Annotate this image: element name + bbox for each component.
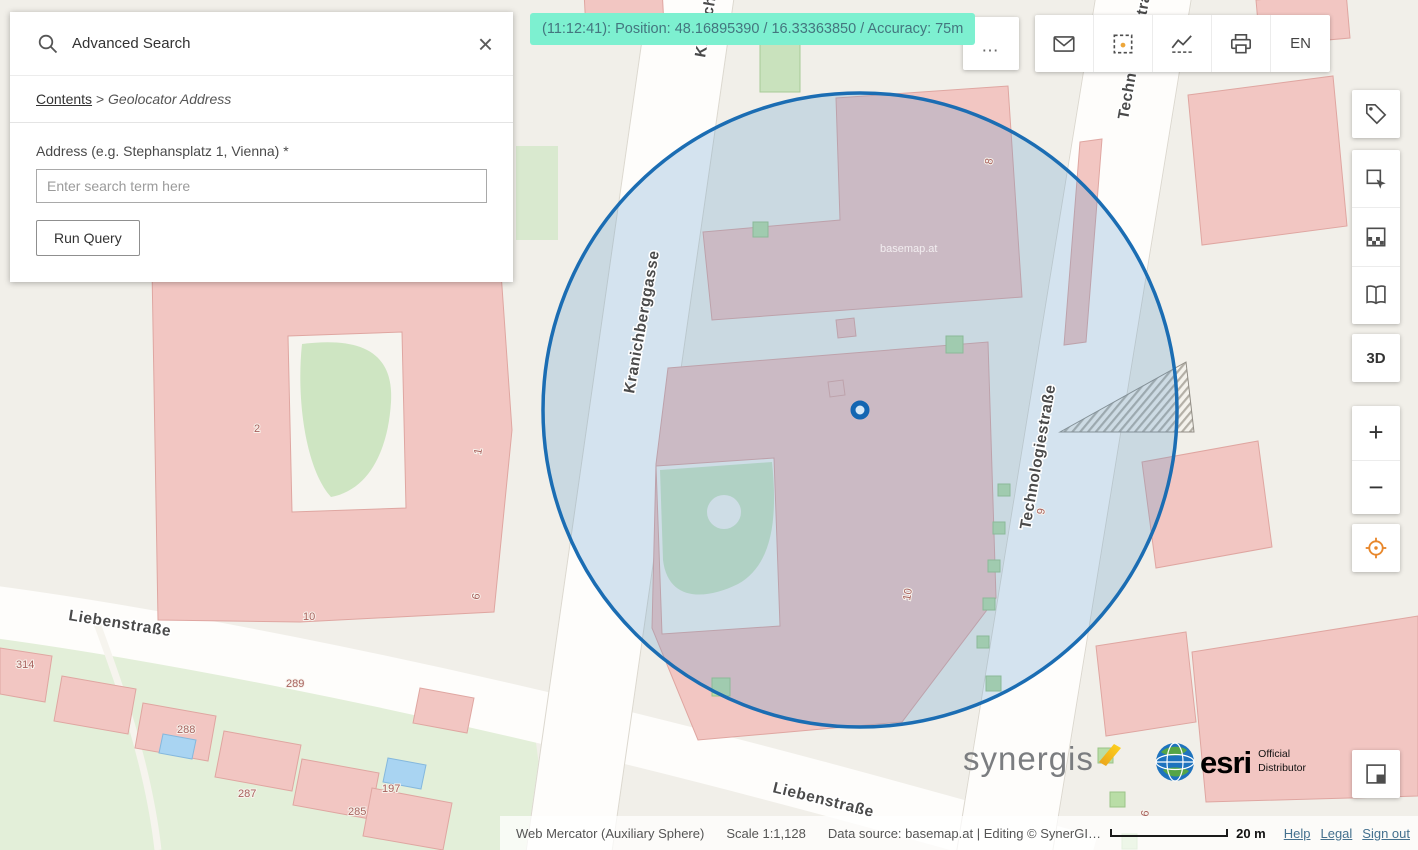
house-number: 10 — [303, 611, 315, 623]
panel-body: Address (e.g. Stephansplatz 1, Vienna) *… — [10, 123, 513, 282]
house-number: 287 — [238, 788, 256, 800]
overview-map-group — [1352, 750, 1400, 798]
esri-logo: esri Official Distributor — [1155, 742, 1306, 782]
datasource-label: Data source: basemap.at | Editing © Syne… — [828, 826, 1102, 841]
run-query-button[interactable]: Run Query — [36, 220, 140, 256]
scale-label: Scale 1:1,128 — [726, 826, 806, 841]
basemap-icon — [1363, 224, 1389, 250]
search-icon — [36, 32, 60, 56]
geolocate-group — [1352, 524, 1400, 572]
top-toolbar: EN — [1035, 15, 1330, 72]
overview-map-button[interactable] — [1352, 750, 1400, 798]
panel-header: Advanced Search × — [10, 12, 513, 76]
overview-map-icon — [1363, 761, 1389, 787]
select-features-button[interactable] — [1352, 150, 1400, 208]
address-label: Address (e.g. Stephansplatz 1, Vienna) * — [36, 143, 487, 159]
breadcrumb: Contents > Geolocator Address — [10, 76, 513, 123]
redlining-button[interactable] — [1352, 90, 1400, 138]
right-toolbar-3d-group: 3D — [1352, 334, 1400, 382]
signout-link[interactable]: Sign out — [1362, 826, 1410, 841]
select-extent-icon — [1110, 31, 1136, 57]
house-number: 2 — [254, 423, 260, 435]
panel-title: Advanced Search — [72, 35, 478, 52]
esri-tagline: Official Distributor — [1258, 748, 1306, 775]
measure-button[interactable] — [1153, 15, 1212, 72]
breadcrumb-separator: > — [96, 91, 104, 107]
mail-icon — [1051, 31, 1077, 57]
zoom-out-button[interactable]: − — [1352, 460, 1400, 515]
synergis-logo: synergis — [963, 742, 1123, 775]
projection-label: Web Mercator (Auxiliary Sphere) — [516, 826, 704, 841]
house-number: 10 — [901, 587, 915, 601]
right-toolbar-tools-group — [1352, 150, 1400, 324]
house-number: 288 — [177, 724, 195, 736]
print-icon — [1228, 31, 1254, 57]
legal-link[interactable]: Legal — [1320, 826, 1352, 841]
breadcrumb-current: Geolocator Address — [108, 91, 231, 107]
house-number: 314 — [16, 659, 34, 671]
tag-icon — [1363, 101, 1389, 127]
zoom-control: + − — [1352, 406, 1400, 514]
legend-button[interactable] — [1352, 267, 1400, 324]
3d-view-button[interactable]: 3D — [1352, 334, 1400, 382]
right-toolbar-tag-group — [1352, 90, 1400, 138]
geolocate-button[interactable] — [1352, 524, 1400, 572]
house-number: 197 — [382, 783, 400, 795]
legend-book-icon — [1363, 282, 1389, 308]
breadcrumb-contents-link[interactable]: Contents — [36, 91, 92, 107]
synergis-wordmark: synergis — [963, 742, 1094, 775]
basemap-watermark: basemap.at — [880, 243, 937, 255]
select-extent-button[interactable] — [1094, 15, 1153, 72]
house-number: 289 — [286, 678, 304, 690]
measure-icon — [1169, 31, 1195, 57]
synergis-mark-icon — [1097, 742, 1123, 768]
house-number: 285 — [348, 806, 366, 818]
select-features-icon — [1363, 166, 1389, 192]
scalebar-label: 20 m — [1236, 826, 1266, 841]
print-button[interactable] — [1212, 15, 1271, 72]
language-button[interactable]: EN — [1271, 15, 1330, 72]
ellipsis-icon: ⋯ — [982, 41, 1001, 69]
basemap-button[interactable] — [1352, 208, 1400, 266]
send-mail-button[interactable] — [1035, 15, 1094, 72]
geolocate-target-icon — [1363, 535, 1389, 561]
esri-globe-icon — [1155, 742, 1195, 782]
position-badge: (11:12:41): Position: 48.16895390 / 16.3… — [530, 13, 975, 45]
address-input[interactable] — [36, 169, 487, 203]
esri-wordmark: esri — [1200, 747, 1251, 778]
zoom-in-button[interactable]: + — [1352, 406, 1400, 460]
position-marker — [853, 403, 867, 417]
advanced-search-panel: Advanced Search × Contents > Geolocator … — [10, 12, 513, 282]
close-button[interactable]: × — [478, 31, 493, 57]
help-link[interactable]: Help — [1284, 826, 1311, 841]
status-bar: Web Mercator (Auxiliary Sphere) Scale 1:… — [500, 816, 1418, 850]
scale-bar — [1110, 829, 1228, 837]
